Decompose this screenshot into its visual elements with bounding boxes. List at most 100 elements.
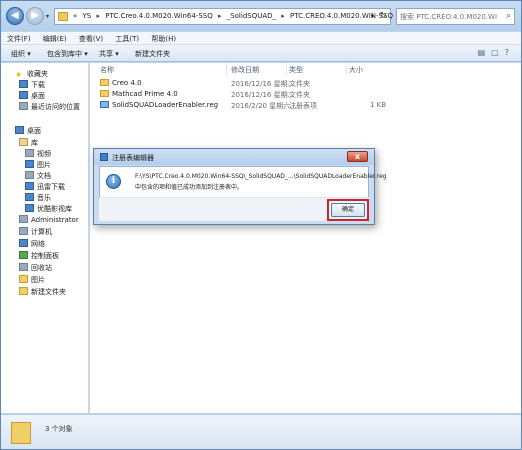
- network-icon: [19, 239, 28, 247]
- nav-item-thunder-downloads[interactable]: 迅雷下载: [25, 182, 65, 193]
- command-bar: 组织 ▾ 包含到库中 ▾ 共享 ▾ 新建文件夹 ▤▢?: [1, 45, 521, 62]
- file-row[interactable]: Creo 4.0 2016/12/16 星期... 文件夹: [90, 78, 521, 89]
- nav-label: 图片: [31, 276, 45, 284]
- status-bar: 3 个对象: [1, 414, 521, 449]
- nav-label: 计算机: [31, 228, 52, 236]
- nav-item-network[interactable]: 网络: [19, 239, 45, 250]
- thunder-icon: [25, 182, 34, 190]
- address-dropdown-icon[interactable]: ▾: [371, 13, 374, 20]
- forward-button[interactable]: ▶: [26, 7, 44, 25]
- documents-icon: [25, 171, 34, 179]
- breadcrumb-item-ptc[interactable]: PTC.Creo.4.0.M020.Win64-SSQ: [105, 12, 212, 20]
- nav-item-pictures[interactable]: 图片: [25, 160, 51, 171]
- search-icon[interactable]: ⌕: [506, 11, 511, 21]
- file-row[interactable]: SolidSQUADLoaderEnabler.reg 2016/2/20 星期…: [90, 100, 521, 111]
- info-icon: i: [106, 174, 121, 189]
- close-button[interactable]: x: [347, 151, 368, 162]
- breadcrumb-separator: ▸: [96, 12, 101, 20]
- registry-editor-icon: [100, 153, 108, 161]
- library-icon: [19, 138, 28, 146]
- nav-item-desktop-root[interactable]: 桌面: [15, 126, 41, 137]
- nav-item-library[interactable]: 库: [19, 138, 38, 149]
- include-in-library-button[interactable]: 包含到库中 ▾: [47, 49, 88, 59]
- star-icon: ★: [15, 70, 23, 79]
- menu-edit[interactable]: 编辑(E): [37, 32, 71, 44]
- view-options-icons[interactable]: ▤▢?: [478, 48, 515, 57]
- highlight-box: 确定: [327, 199, 369, 221]
- column-divider[interactable]: [286, 63, 287, 75]
- address-row: ◀ ▶ ▾ « YS ▸ PTC.Creo.4.0.M020.Win64-SSQ…: [1, 1, 521, 31]
- column-header-date[interactable]: 修改日期: [231, 65, 259, 77]
- search-box[interactable]: ⌕: [396, 8, 515, 25]
- ok-button[interactable]: 确定: [331, 203, 365, 217]
- folder-icon: [19, 275, 28, 283]
- nav-item-recent[interactable]: 最近访问的位置: [19, 102, 80, 113]
- file-type: 注册表项: [289, 102, 317, 110]
- menu-view[interactable]: 查看(V): [73, 32, 107, 44]
- breadcrumb: « YS ▸ PTC.Creo.4.0.M020.Win64-SSQ ▸ _So…: [73, 12, 405, 20]
- nav-item-computer[interactable]: 计算机: [19, 227, 52, 238]
- navigation-pane: ★ 收藏夹 下载 桌面 最近访问的位置 桌面 库 视频 图片 文档 迅雷下载 音乐…: [1, 63, 89, 413]
- dialog-footer: 确定: [99, 197, 369, 221]
- search-input[interactable]: [397, 9, 497, 24]
- menu-file[interactable]: 文件(F): [1, 32, 35, 44]
- nav-label: 控制面板: [31, 252, 59, 260]
- breadcrumb-overflow[interactable]: «: [73, 12, 77, 20]
- menu-tools[interactable]: 工具(T): [109, 32, 143, 44]
- registry-file-icon: [100, 101, 109, 108]
- nav-item-pictures-folder[interactable]: 图片: [19, 275, 45, 286]
- breadcrumb-item-ptc-creo[interactable]: PTC.CREO.4.0.M020.WIN-SSQ: [290, 12, 393, 20]
- nav-item-documents[interactable]: 文档: [25, 171, 51, 182]
- file-type: 文件夹: [289, 91, 310, 99]
- nav-item-recycle-bin[interactable]: 回收站: [19, 263, 52, 274]
- column-header-name[interactable]: 名称: [100, 65, 114, 77]
- explorer-window: ◀ ▶ ▾ « YS ▸ PTC.Creo.4.0.M020.Win64-SSQ…: [0, 0, 522, 450]
- nav-label: 库: [31, 139, 38, 147]
- column-header-size[interactable]: 大小: [349, 65, 363, 77]
- file-row[interactable]: Mathcad Prime 4.0 2016/12/16 星期... 文件夹: [90, 89, 521, 100]
- nav-label: 优酷影视库: [37, 205, 72, 213]
- nav-item-desktop[interactable]: 桌面: [19, 91, 45, 102]
- file-date: 2016/2/20 星期六...: [231, 102, 297, 110]
- user-icon: [19, 215, 28, 223]
- nav-label: 下载: [31, 81, 45, 89]
- nav-item-new-folder[interactable]: 新建文件夹: [19, 287, 66, 298]
- dialog-title-bar[interactable]: 注册表编辑器 x: [94, 149, 374, 165]
- nav-item-control-panel[interactable]: 控制面板: [19, 251, 59, 262]
- breadcrumb-item-solidsquad[interactable]: _SolidSQUAD_: [227, 12, 276, 20]
- file-name: Creo 4.0: [112, 79, 142, 87]
- refresh-icon[interactable]: ↻: [379, 11, 387, 21]
- back-button[interactable]: ◀: [6, 7, 24, 25]
- pictures-icon: [25, 160, 34, 168]
- nav-item-youku[interactable]: 优酷影视库: [25, 204, 72, 215]
- nav-label: 网络: [31, 240, 45, 248]
- dialog-message-result: 中包含的项和值已成功添加到注册表中。: [135, 184, 244, 191]
- history-dropdown-icon[interactable]: ▾: [46, 13, 49, 20]
- organize-button[interactable]: 组织 ▾: [11, 49, 31, 59]
- file-type: 文件夹: [289, 80, 310, 88]
- desktop-icon: [15, 126, 24, 134]
- column-header-type[interactable]: 类型: [289, 65, 303, 77]
- nav-item-videos[interactable]: 视频: [25, 149, 51, 160]
- share-button[interactable]: 共享 ▾: [99, 49, 119, 59]
- breadcrumb-separator: ▸: [217, 12, 222, 20]
- nav-label: 最近访问的位置: [31, 103, 80, 111]
- new-folder-button[interactable]: 新建文件夹: [135, 49, 170, 59]
- item-count: 3 个对象: [45, 425, 73, 433]
- file-date: 2016/12/16 星期...: [231, 91, 295, 99]
- nav-label: 视频: [37, 150, 51, 158]
- youku-icon: [25, 204, 34, 212]
- nav-item-downloads[interactable]: 下载: [19, 80, 45, 91]
- column-divider[interactable]: [226, 63, 227, 75]
- nav-label: 文档: [37, 172, 51, 180]
- nav-item-music[interactable]: 音乐: [25, 193, 51, 204]
- breadcrumb-item-ys[interactable]: YS: [83, 12, 92, 20]
- dialog-message-path: F:\YS\PTC.Creo.4.0.M020.Win64-SSQ\_Solid…: [135, 173, 387, 180]
- column-divider[interactable]: [346, 63, 347, 75]
- nav-item-favorites[interactable]: ★ 收藏夹: [15, 69, 48, 80]
- file-name: SolidSQUADLoaderEnabler.reg: [112, 101, 219, 109]
- menu-help[interactable]: 帮助(H): [145, 32, 180, 44]
- nav-item-administrator[interactable]: Administrator: [19, 215, 79, 226]
- nav-label: 图片: [37, 161, 51, 169]
- address-bar[interactable]: « YS ▸ PTC.Creo.4.0.M020.Win64-SSQ ▸ _So…: [54, 8, 402, 25]
